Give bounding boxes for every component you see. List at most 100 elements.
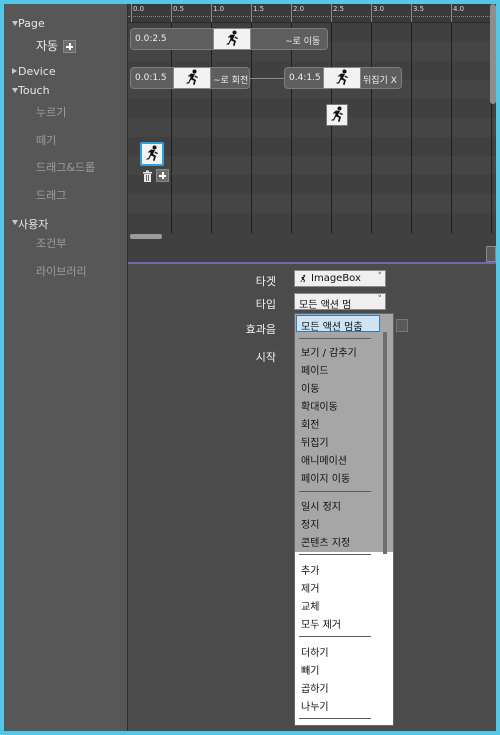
clip-move[interactable]: 0.0:2.5 ~로 이동	[130, 28, 328, 50]
expand-arrow-icon[interactable]	[12, 220, 18, 225]
tree-group-touch-label: Touch	[18, 84, 50, 97]
dropdown-item[interactable]: 뒤집기	[301, 434, 329, 449]
dropdown-item[interactable]: 나누기	[301, 698, 329, 713]
dropdown-item[interactable]: 콘텐츠 지정	[301, 534, 350, 549]
clip-flip-start: 0.4:1.5	[289, 73, 321, 83]
dropdown-item[interactable]: 이동	[301, 380, 319, 395]
chevron-down-icon: ˅	[377, 272, 383, 282]
ruler-tick	[131, 4, 132, 22]
clip-rotate-label: ~로 회전	[213, 76, 249, 86]
ruler-tick	[171, 4, 172, 22]
tree-item-press[interactable]: 누르기	[36, 104, 66, 120]
sound-browse-icon[interactable]	[396, 319, 408, 332]
plus-icon[interactable]	[156, 169, 169, 182]
timeline-actor-marker[interactable]	[326, 104, 348, 126]
app-window: Page 자동 Device Touch 누르기 떼기 드래그&드롭 드래그 사…	[4, 4, 496, 731]
clip-flip[interactable]: 0.4:1.5 뒤집기 X	[284, 67, 402, 89]
ruler-tick-label: 1.0	[213, 5, 225, 13]
tree-item-release[interactable]: 떼기	[36, 132, 56, 148]
dropdown-item[interactable]: 페이지 이동	[301, 470, 350, 485]
clip-rotate[interactable]: 0.0:1.5 ~로 회전	[130, 67, 250, 89]
tree-group-device[interactable]: Device	[8, 65, 56, 78]
timeline-grid-line	[371, 22, 372, 234]
timeline-grid-line	[291, 22, 292, 234]
properties-panel: 타겟 ImageBox ˅ 타입 모든 액션 멈 ˅ 효과음 시작 모든 액션 …	[128, 264, 496, 731]
dropdown-divider	[299, 718, 371, 719]
ruler-tick	[291, 4, 292, 22]
clip-move-label: ~로 이동	[285, 37, 321, 47]
ruler-tick	[251, 4, 252, 22]
clip-move-start: 0.0:2.5	[135, 34, 167, 44]
timeline-vertical-scrollbar[interactable]	[490, 4, 496, 104]
ruler-tick-label: 4.0	[453, 5, 465, 13]
target-select[interactable]: ImageBox ˅	[294, 270, 386, 287]
chevron-down-icon: ˅	[377, 295, 383, 305]
collapse-arrow-icon[interactable]	[12, 68, 17, 74]
ruler-tick-label: 0.5	[173, 5, 185, 13]
sound-label: 효과음	[245, 323, 276, 336]
target-select-value: ImageBox	[311, 273, 361, 284]
dropdown-item[interactable]: 교체	[301, 598, 319, 613]
tree-item-drag-drop[interactable]: 드래그&드롭	[36, 159, 95, 175]
running-man-icon	[331, 106, 343, 122]
track-row	[128, 194, 496, 213]
dropdown-item[interactable]: 회전	[301, 416, 319, 431]
running-man-icon	[186, 69, 198, 85]
ruler-tick	[411, 4, 412, 22]
running-man-icon	[226, 30, 238, 46]
action-tree-panel: Page 자동 Device Touch 누르기 떼기 드래그&드롭 드래그 사…	[4, 4, 128, 731]
dropdown-item[interactable]: 일시 정지	[301, 498, 341, 513]
tree-item-auto[interactable]: 자동	[36, 37, 58, 54]
dropdown-item[interactable]: 더하기	[301, 644, 329, 659]
ruler-tick	[371, 4, 372, 22]
dropdown-item[interactable]: 페이드	[301, 362, 329, 377]
add-plus-icon[interactable]	[63, 40, 76, 53]
dropdown-item-stop-all[interactable]: 모든 액션 멈춤	[301, 318, 363, 333]
timeline-horizontal-scrollbar[interactable]	[130, 234, 162, 239]
type-select-value: 모든 액션 멈	[299, 300, 352, 311]
timeline-panel: 0.0 0.5 1.0 1.5 2.0 2.5 3.0 3.5 4.0 0.0:2.5 ~로 이…	[128, 4, 496, 262]
dropdown-item[interactable]: 모두 제거	[301, 616, 341, 631]
ruler-tick-label: 3.5	[413, 5, 425, 13]
timeline-ruler[interactable]: 0.0 0.5 1.0 1.5 2.0 2.5 3.0 3.5 4.0	[128, 4, 496, 23]
ruler-minor-ticks	[128, 16, 496, 19]
tree-group-page-label: Page	[18, 17, 45, 30]
tree-group-user[interactable]: 사용자	[8, 216, 48, 232]
tree-group-page[interactable]: Page	[8, 17, 45, 30]
dropdown-item[interactable]: 빼기	[301, 662, 319, 677]
dropdown-item[interactable]: 확대이동	[301, 398, 338, 413]
expand-arrow-icon[interactable]	[12, 21, 18, 26]
ruler-tick-label: 1.5	[253, 5, 265, 13]
dropdown-scrollbar[interactable]	[383, 332, 387, 554]
ruler-tick	[451, 4, 452, 22]
running-man-icon	[300, 274, 306, 283]
type-dropdown-list: 모든 액션 멈춤 보기 / 감추기 페이드 이동 확대이동 회전 뒤집기 애니메…	[294, 313, 394, 726]
clip-connector	[250, 78, 284, 79]
timeline-grid-line	[211, 22, 212, 234]
tree-group-touch[interactable]: Touch	[8, 84, 50, 97]
tree-group-device-label: Device	[18, 65, 56, 78]
dropdown-divider	[299, 554, 371, 555]
ruler-tick	[211, 4, 212, 22]
type-select[interactable]: 모든 액션 멈 ˅	[294, 293, 386, 311]
expand-arrow-icon[interactable]	[12, 88, 18, 93]
clip-thumb	[323, 67, 361, 89]
ruler-tick-label: 2.5	[333, 5, 345, 13]
selected-actor[interactable]	[140, 142, 164, 166]
timeline-zoom-handle[interactable]	[486, 246, 496, 262]
type-label: 타입	[255, 298, 276, 311]
tree-item-library[interactable]: 라이브러리	[36, 263, 87, 279]
dropdown-item[interactable]: 곱하기	[301, 680, 329, 695]
dropdown-item[interactable]: 정지	[301, 516, 319, 531]
trash-icon[interactable]	[142, 170, 153, 182]
tree-item-conditional[interactable]: 조건부	[36, 235, 66, 251]
dropdown-item[interactable]: 추가	[301, 562, 319, 577]
tree-item-drag[interactable]: 드래그	[36, 187, 66, 203]
ruler-tick-label: 3.0	[373, 5, 385, 13]
dropdown-divider	[299, 636, 371, 637]
dropdown-item[interactable]: 애니메이션	[301, 452, 347, 467]
dropdown-item[interactable]: 제거	[301, 580, 319, 595]
timeline-grid-line	[411, 22, 412, 234]
timeline-grid-line	[451, 22, 452, 234]
dropdown-item[interactable]: 보기 / 감추기	[301, 344, 357, 359]
